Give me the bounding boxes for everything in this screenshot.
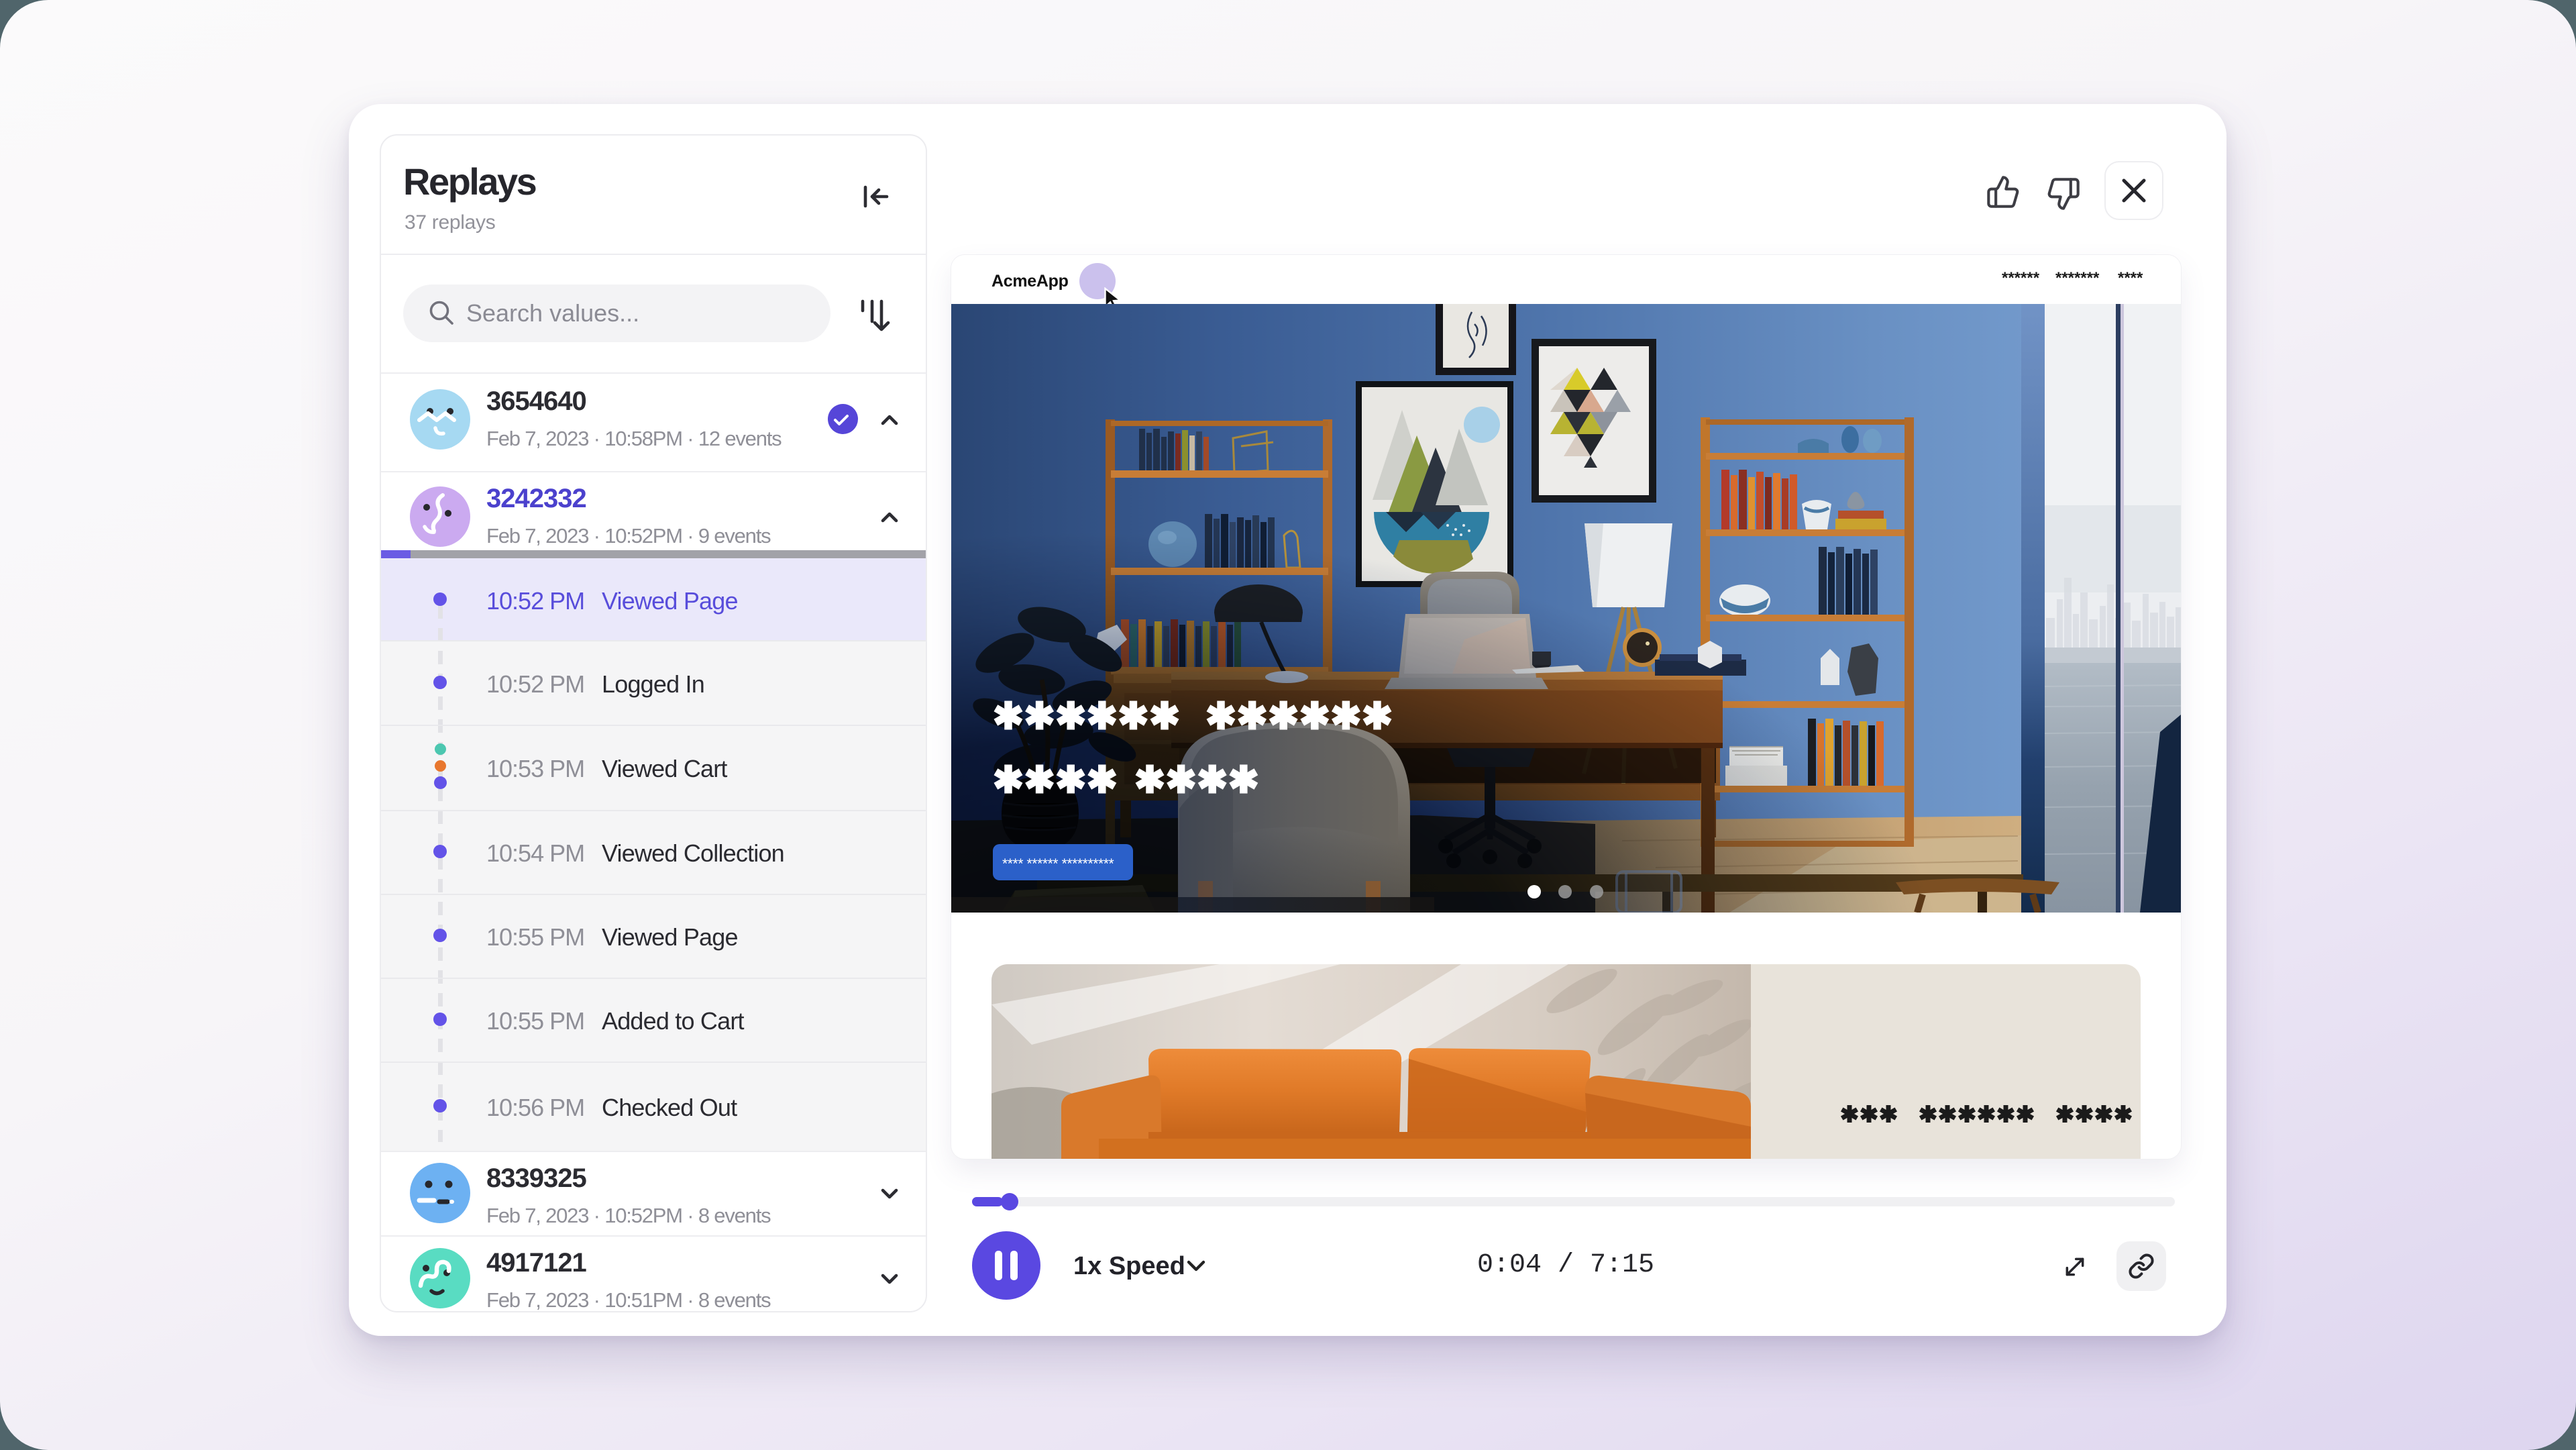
svg-text:****: **** bbox=[2118, 269, 2143, 287]
svg-text:******: ****** bbox=[2002, 269, 2040, 287]
svg-text:*******: ******* bbox=[2055, 269, 2100, 287]
svg-text:**** ****** **********: **** ****** ********** bbox=[1002, 856, 1114, 872]
